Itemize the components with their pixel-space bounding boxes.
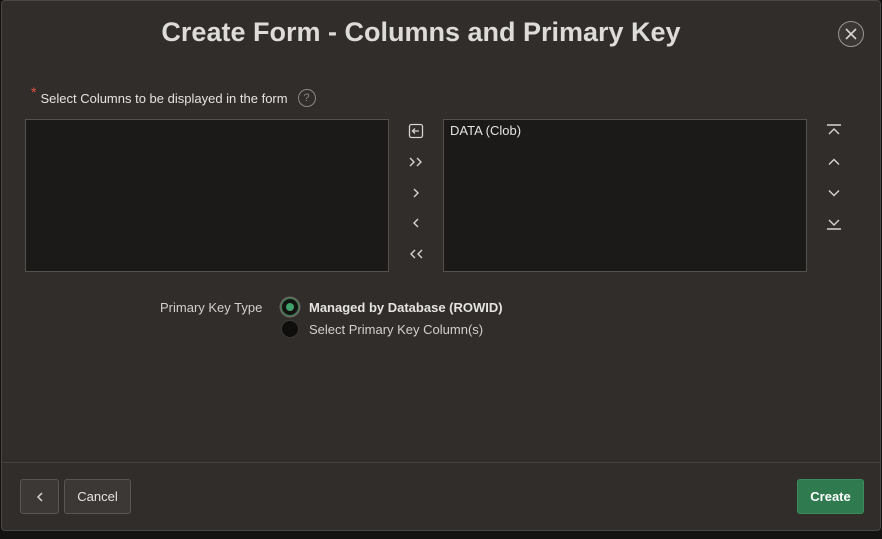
move-all-button[interactable]: [405, 151, 427, 173]
chevron-down-icon: [828, 190, 840, 197]
chevron-left-icon: [413, 218, 419, 228]
close-icon: [845, 28, 857, 40]
reset-icon: [408, 123, 424, 139]
columns-label-row: * Select Columns to be displayed in the …: [31, 84, 316, 107]
dialog-title: Create Form - Columns and Primary Key: [161, 17, 681, 47]
chevron-up-icon: [828, 158, 840, 165]
columns-label: Select Columns to be displayed in the fo…: [40, 90, 288, 106]
chevron-left-icon: [36, 491, 43, 502]
create-button[interactable]: Create: [797, 479, 864, 514]
help-icon[interactable]: ?: [297, 89, 316, 107]
move-top-button[interactable]: [823, 120, 845, 142]
footer-divider: [2, 462, 880, 463]
primary-key-type-label: Primary Key Type: [160, 300, 263, 315]
cancel-button[interactable]: Cancel: [64, 479, 131, 514]
available-columns-list[interactable]: [25, 119, 389, 272]
chevron-right-icon: [413, 188, 419, 198]
radio-option-rowid[interactable]: Managed by Database (ROWID): [281, 298, 503, 316]
create-form-dialog: Create Form - Columns and Primary Key * …: [1, 0, 881, 531]
double-chevron-left-icon: [410, 249, 423, 259]
back-button[interactable]: [20, 479, 59, 514]
radio-button-checked[interactable]: [281, 298, 299, 316]
move-top-icon: [827, 124, 841, 135]
remove-button[interactable]: [405, 212, 427, 234]
move-button[interactable]: [405, 182, 427, 204]
move-up-button[interactable]: [823, 151, 845, 173]
radio-label-pk-columns: Select Primary Key Column(s): [309, 321, 484, 337]
double-chevron-right-icon: [409, 157, 422, 167]
move-down-button[interactable]: [823, 182, 845, 204]
move-bottom-button[interactable]: [823, 212, 845, 234]
reset-button[interactable]: [405, 120, 427, 142]
required-marker: *: [31, 84, 37, 100]
selected-columns-list[interactable]: DATA (Clob): [443, 119, 807, 272]
radio-option-pk-columns[interactable]: Select Primary Key Column(s): [281, 320, 483, 338]
close-button[interactable]: [838, 21, 864, 47]
radio-label-rowid: Managed by Database (ROWID): [309, 299, 503, 315]
list-item[interactable]: DATA (Clob): [444, 120, 806, 141]
remove-all-button[interactable]: [405, 243, 427, 265]
help-icon-glyph: ?: [303, 92, 310, 104]
move-bottom-icon: [827, 219, 841, 230]
radio-button-unchecked[interactable]: [281, 320, 299, 338]
